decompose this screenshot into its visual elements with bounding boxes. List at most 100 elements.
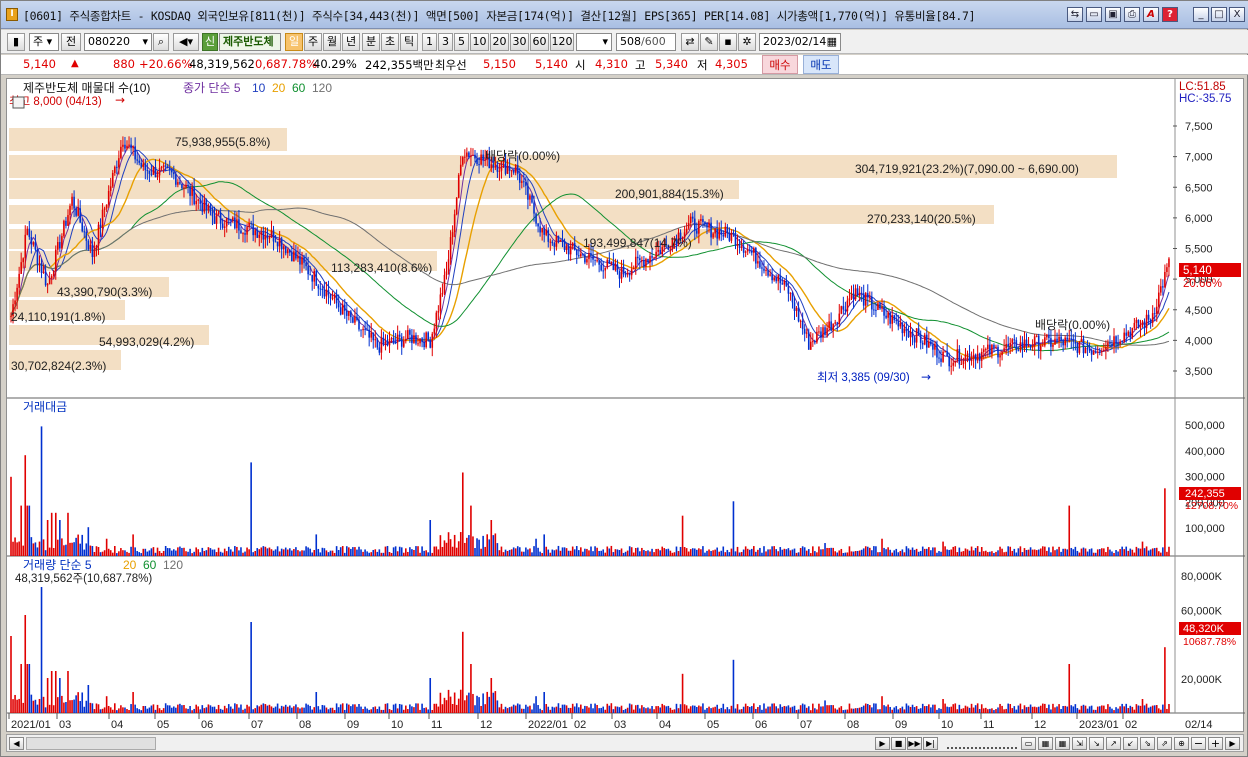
view1-icon[interactable]: ▭ <box>1021 737 1036 750</box>
alert-icon[interactable]: A <box>1143 7 1159 22</box>
scroll-right-icon[interactable]: ▶ <box>1225 737 1240 750</box>
close-button[interactable]: X <box>1229 7 1245 22</box>
candle-body <box>987 344 989 350</box>
period-minute-button[interactable]: 분 <box>362 33 380 51</box>
date-input[interactable]: 2023/02/14 ▦ <box>759 33 841 51</box>
swap-icon[interactable]: ⇄ <box>681 33 699 51</box>
help-icon[interactable]: ? <box>1162 7 1178 22</box>
zoom-in-icon[interactable]: ⊕ <box>1174 737 1189 750</box>
volume-bar <box>466 695 468 713</box>
stop-icon[interactable]: ■ <box>891 737 906 750</box>
search-icon[interactable]: ⌕ <box>153 33 169 51</box>
volume-bar <box>431 709 434 713</box>
zoom-track[interactable] <box>947 737 1017 749</box>
candle-body <box>691 216 694 219</box>
interval-button-1[interactable]: 1 <box>422 33 437 51</box>
x-tick-label: 02 <box>1125 719 1137 731</box>
amount-bar <box>577 550 580 556</box>
candle-body <box>720 230 723 235</box>
draw1-icon[interactable]: ⇲ <box>1072 737 1087 750</box>
scroll-left-icon[interactable]: ◀ <box>9 737 24 750</box>
candle-body <box>1029 345 1032 348</box>
count-input[interactable]: 508/600 <box>616 33 676 51</box>
buy-button[interactable]: 매수 <box>762 55 798 74</box>
volume-bar <box>866 703 869 713</box>
volume-bar <box>203 708 206 713</box>
candle-body <box>584 254 586 263</box>
minimize-button[interactable]: _ <box>1193 7 1209 22</box>
volume-bar <box>95 703 98 713</box>
candle-body <box>289 249 291 253</box>
period-year-button[interactable]: 년 <box>342 33 360 51</box>
tile-icon[interactable]: ▣ <box>1105 7 1121 22</box>
period-day-button[interactable]: 일 <box>285 33 303 51</box>
fast-forward-icon[interactable]: ▶▶ <box>907 737 922 750</box>
code-input[interactable]: 080220 ▾ <box>84 33 152 51</box>
view2-icon[interactable]: ▦ <box>1038 737 1053 750</box>
interval-input[interactable]: ▾ <box>576 33 612 51</box>
amount-bar <box>111 552 114 556</box>
draw3-icon[interactable]: ↗ <box>1106 737 1121 750</box>
step-icon[interactable]: ▶| <box>923 737 938 750</box>
volume-bar <box>380 709 383 713</box>
amount-bar <box>1027 549 1030 556</box>
amount-bar <box>801 546 804 556</box>
interval-button-120[interactable]: 120 <box>550 33 574 51</box>
amount-bar <box>437 549 440 556</box>
amount-bar <box>1111 551 1113 556</box>
interval-button-20[interactable]: 20 <box>490 33 509 51</box>
chart-canvas[interactable]: 7,5007,0006,5006,0005,5005,0004,5004,000… <box>7 79 1245 733</box>
sell-button[interactable]: 매도 <box>803 55 839 74</box>
volume-bar <box>639 708 641 713</box>
interval-button-30[interactable]: 30 <box>510 33 529 51</box>
amount-bar <box>209 548 212 556</box>
volume-bar <box>1088 706 1091 713</box>
chart-area[interactable]: 7,500 7,000 6,500 6,000 5,500 5,000 4,500 4,000… <box>6 78 1245 733</box>
horizontal-scrollbar[interactable]: ◀ ▶ ■ ▶▶ ▶| ▭ ▦ ▦ ⇲ ↘ ↗ ↙ ⇘ ⇗ ⊕ − + ▶ <box>6 734 1244 752</box>
candle-body <box>258 234 261 238</box>
volume-bar <box>523 708 525 713</box>
draw5-icon[interactable]: ⇘ <box>1140 737 1155 750</box>
interval-button-5[interactable]: 5 <box>454 33 469 51</box>
link-icon[interactable]: ⇆ <box>1067 7 1083 22</box>
volume-bar <box>474 705 476 713</box>
zoom-plus-button[interactable]: + <box>1208 737 1223 750</box>
candle-body <box>887 312 889 318</box>
draw4-icon[interactable]: ↙ <box>1123 737 1138 750</box>
settings-icon[interactable]: ✲ <box>738 33 756 51</box>
tool-icon[interactable]: ✎ <box>700 33 718 51</box>
layout-icon[interactable]: ▭ <box>1086 7 1102 22</box>
restore-button[interactable]: □ <box>1211 7 1227 22</box>
period-week-button[interactable]: 주 <box>304 33 322 51</box>
amount-bar <box>407 551 409 556</box>
candle-body <box>610 261 613 264</box>
period-month-button[interactable]: 월 <box>323 33 341 51</box>
candle-body <box>160 166 163 168</box>
amount-bar <box>1149 549 1152 556</box>
amount-bar <box>339 547 342 556</box>
all-button[interactable]: 전 <box>61 33 81 51</box>
period-second-button[interactable]: 초 <box>381 33 399 51</box>
save-icon[interactable]: ▪ <box>719 33 737 51</box>
interval-button-60[interactable]: 60 <box>530 33 549 51</box>
candle-body <box>107 190 110 205</box>
zoom-minus-button[interactable]: − <box>1191 737 1206 750</box>
draw6-icon[interactable]: ⇗ <box>1157 737 1172 750</box>
play-icon[interactable]: ▶ <box>875 737 890 750</box>
print-icon[interactable]: ⎙ <box>1124 7 1140 22</box>
speaker-icon[interactable]: ◀▾ <box>173 33 199 51</box>
draw2-icon[interactable]: ↘ <box>1089 737 1104 750</box>
period-tick-button[interactable]: 틱 <box>400 33 418 51</box>
chart-menu-icon[interactable]: ▮ <box>7 33 25 51</box>
interval-button-3[interactable]: 3 <box>438 33 453 51</box>
volume-bar <box>771 703 773 713</box>
market-select[interactable]: 주 ▾ <box>29 33 59 51</box>
view3-icon[interactable]: ▦ <box>1055 737 1070 750</box>
amount-bar <box>569 550 572 556</box>
volume-bar <box>16 699 18 713</box>
amount-bar <box>486 534 489 556</box>
price-tick-label: 6,500 <box>1185 182 1213 194</box>
amount-bar <box>238 550 240 556</box>
scroll-thumb[interactable] <box>26 737 156 750</box>
interval-button-10[interactable]: 10 <box>470 33 489 51</box>
